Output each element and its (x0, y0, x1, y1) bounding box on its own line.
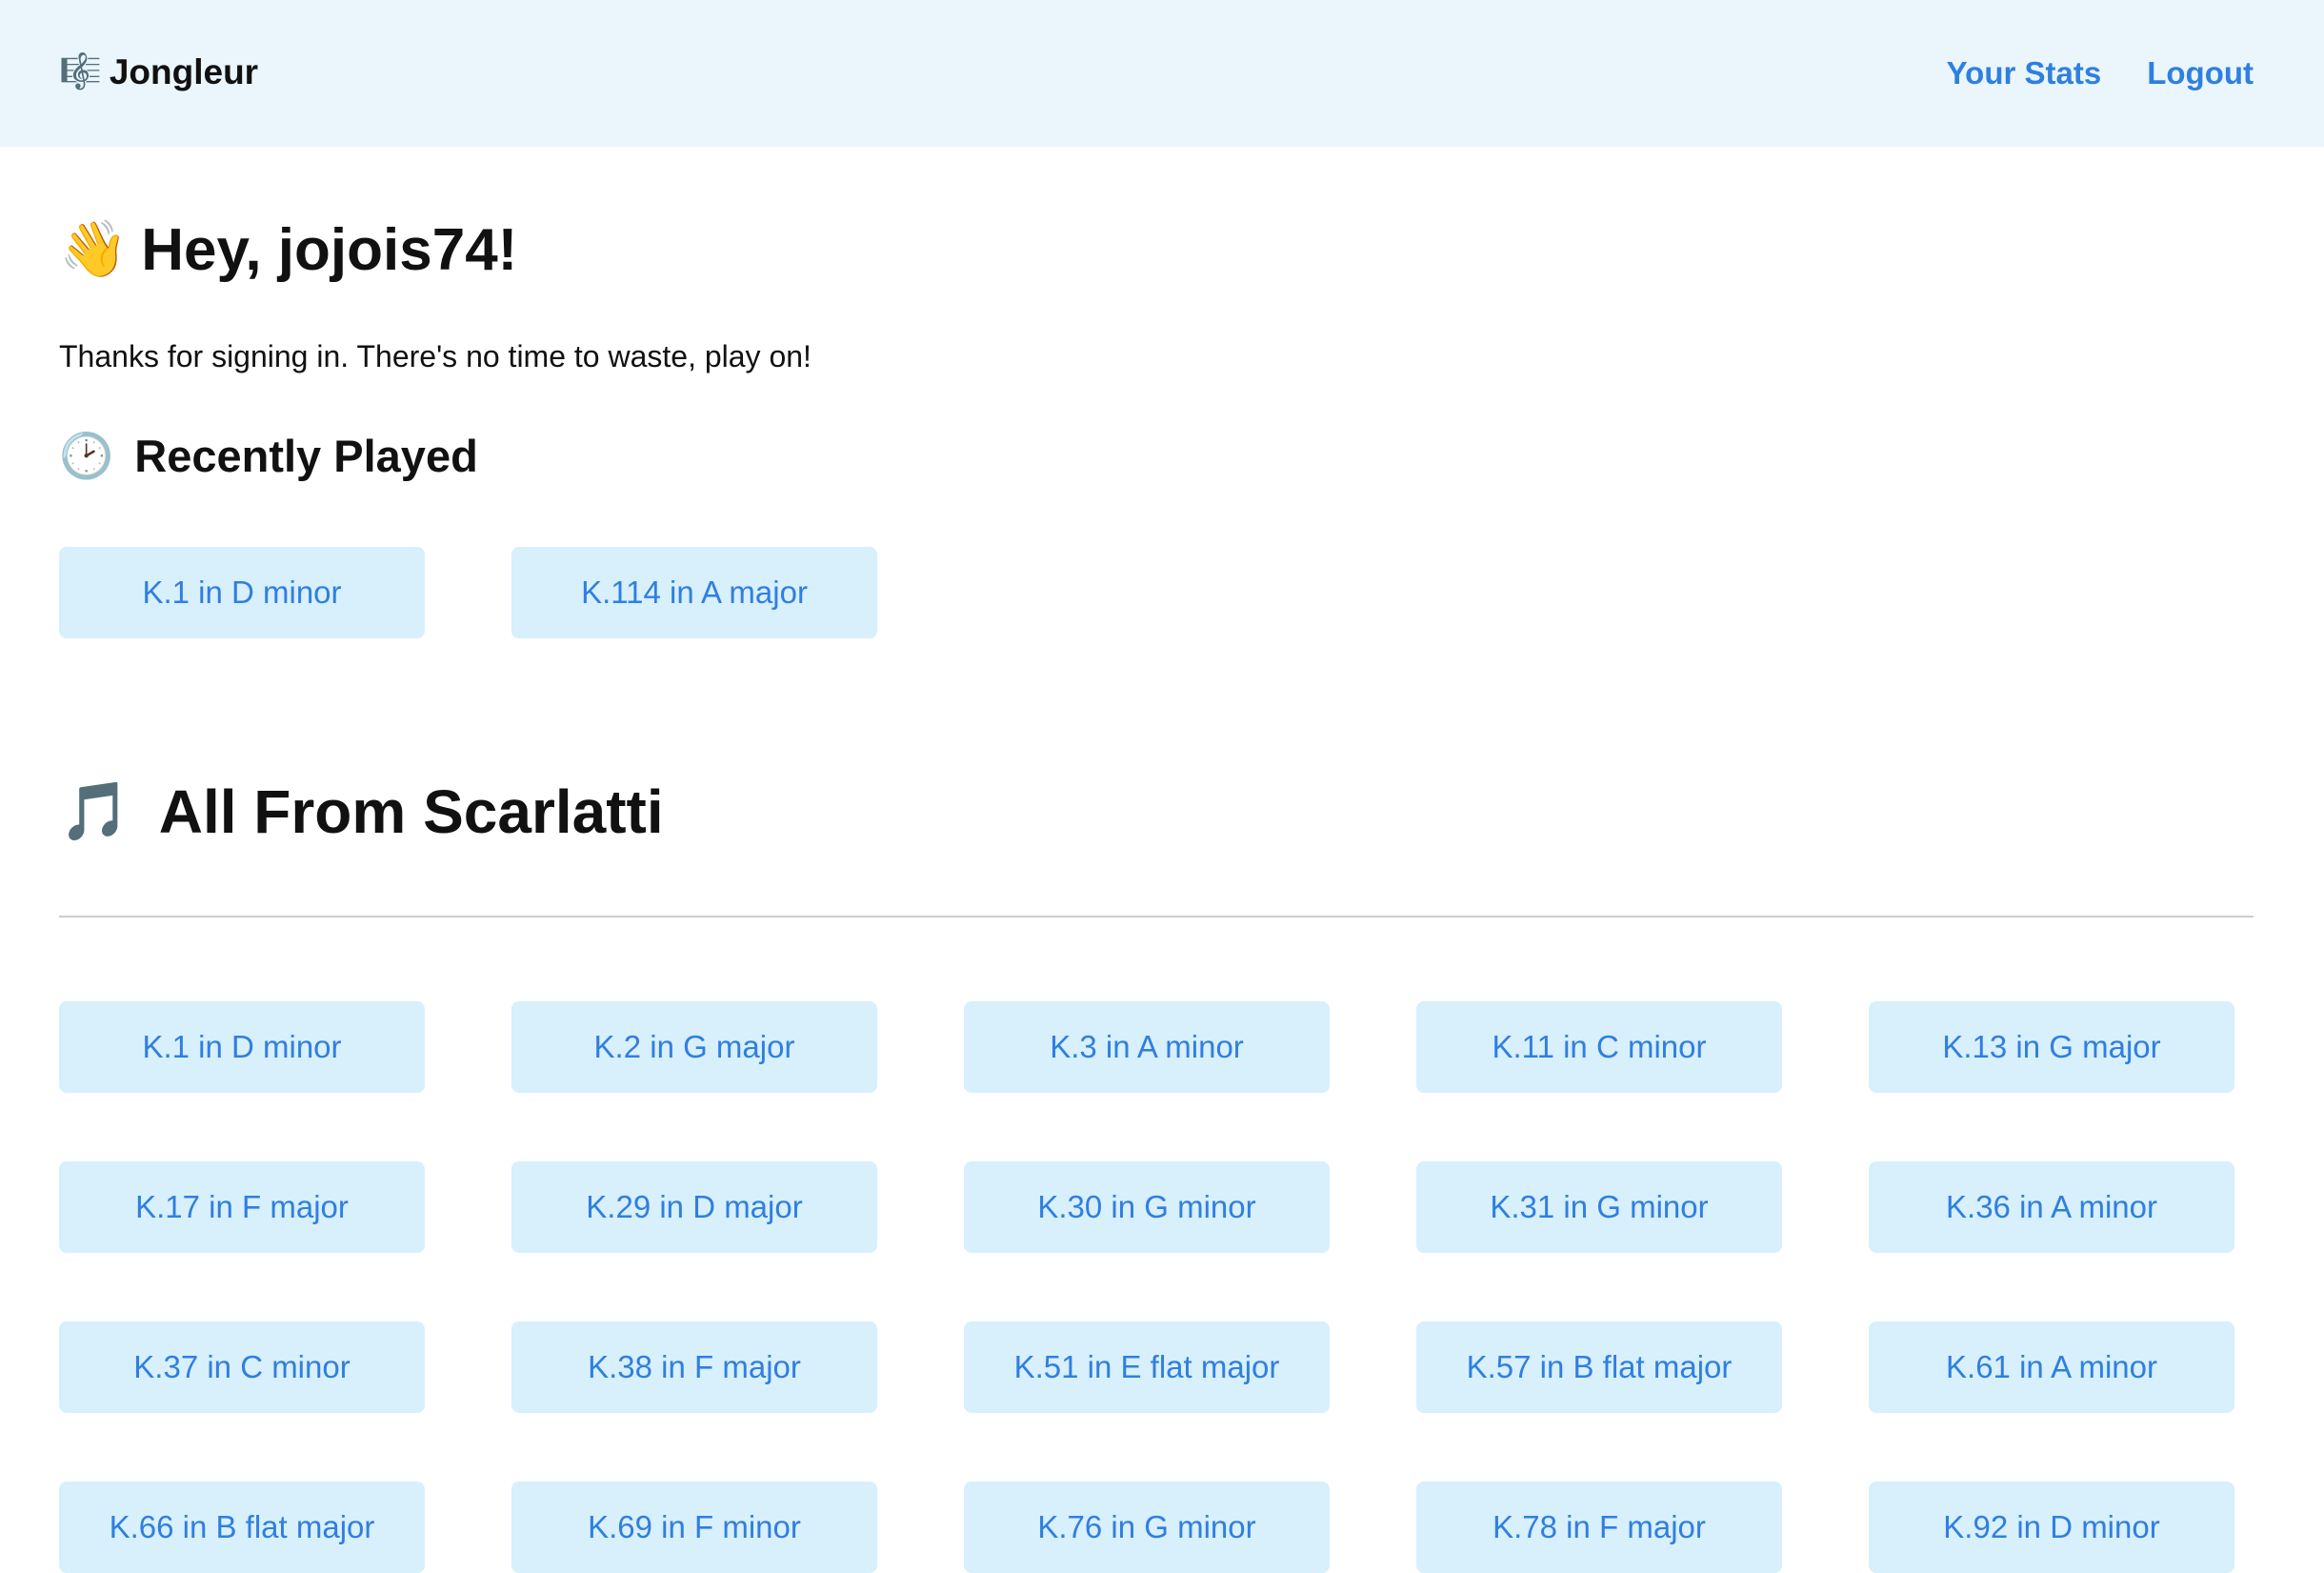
logout-link[interactable]: Logout (2147, 55, 2254, 91)
intro-text: Thanks for signing in. There's no time t… (59, 339, 811, 373)
all-pieces-title: All From Scarlatti (158, 777, 664, 846)
clock-icon: 🕑 (59, 431, 114, 480)
piece-button[interactable]: K.31 in G minor (1416, 1161, 1782, 1253)
brand-name[interactable]: Jongleur (110, 52, 258, 92)
piece-button[interactable]: K.11 in C minor (1416, 1001, 1782, 1093)
top-bar: 🎼 Jongleur Your Stats Logout (0, 0, 2324, 147)
top-nav: Your Stats Logout (1947, 50, 2254, 97)
piece-button[interactable]: K.38 in F major (511, 1321, 877, 1413)
piece-button[interactable]: K.66 in B flat major (59, 1482, 425, 1573)
all-pieces-heading: 🎵 All From Scarlatti (59, 774, 664, 850)
recently-played-title: Recently Played (134, 430, 478, 481)
piece-button[interactable]: K.69 in F minor (511, 1482, 877, 1573)
piece-button[interactable]: K.29 in D major (511, 1161, 877, 1253)
your-stats-link[interactable]: Your Stats (1947, 55, 2102, 91)
music-note-icon: 🎵 (59, 779, 130, 843)
section-divider (59, 916, 2254, 918)
music-score-icon: 🎼 (59, 52, 102, 91)
piece-button[interactable]: K.2 in G major (511, 1001, 877, 1093)
piece-button[interactable]: K.30 in G minor (964, 1161, 1330, 1253)
page-title: Hey, jojois74! (141, 216, 518, 283)
greeting: 👋 Hey, jojois74! (59, 212, 517, 288)
piece-button[interactable]: K.1 in D minor (59, 1001, 425, 1093)
piece-button[interactable]: K.37 in C minor (59, 1321, 425, 1413)
piece-button[interactable]: K.61 in A minor (1869, 1321, 2234, 1413)
piece-button[interactable]: K.57 in B flat major (1416, 1321, 1782, 1413)
piece-button[interactable]: K.51 in E flat major (964, 1321, 1330, 1413)
recent-piece-button[interactable]: K.1 in D minor (59, 547, 425, 638)
recently-played-list: K.1 in D minor K.114 in A major (59, 547, 2234, 638)
piece-button[interactable]: K.76 in G minor (964, 1482, 1330, 1573)
brand[interactable]: 🎼 Jongleur (59, 46, 258, 99)
piece-button[interactable]: K.13 in G major (1869, 1001, 2234, 1093)
piece-button[interactable]: K.17 in F major (59, 1161, 425, 1253)
recently-played-heading: 🕑 Recently Played (59, 427, 478, 484)
piece-button[interactable]: K.3 in A minor (964, 1001, 1330, 1093)
piece-button[interactable]: K.36 in A minor (1869, 1161, 2234, 1253)
recent-piece-button[interactable]: K.114 in A major (511, 547, 877, 638)
piece-button[interactable]: K.78 in F major (1416, 1482, 1782, 1573)
all-pieces-list: K.1 in D minor K.2 in G major K.3 in A m… (59, 1001, 2234, 1573)
waving-hand-icon: 👋 (59, 218, 129, 280)
piece-button[interactable]: K.92 in D minor (1869, 1482, 2234, 1573)
